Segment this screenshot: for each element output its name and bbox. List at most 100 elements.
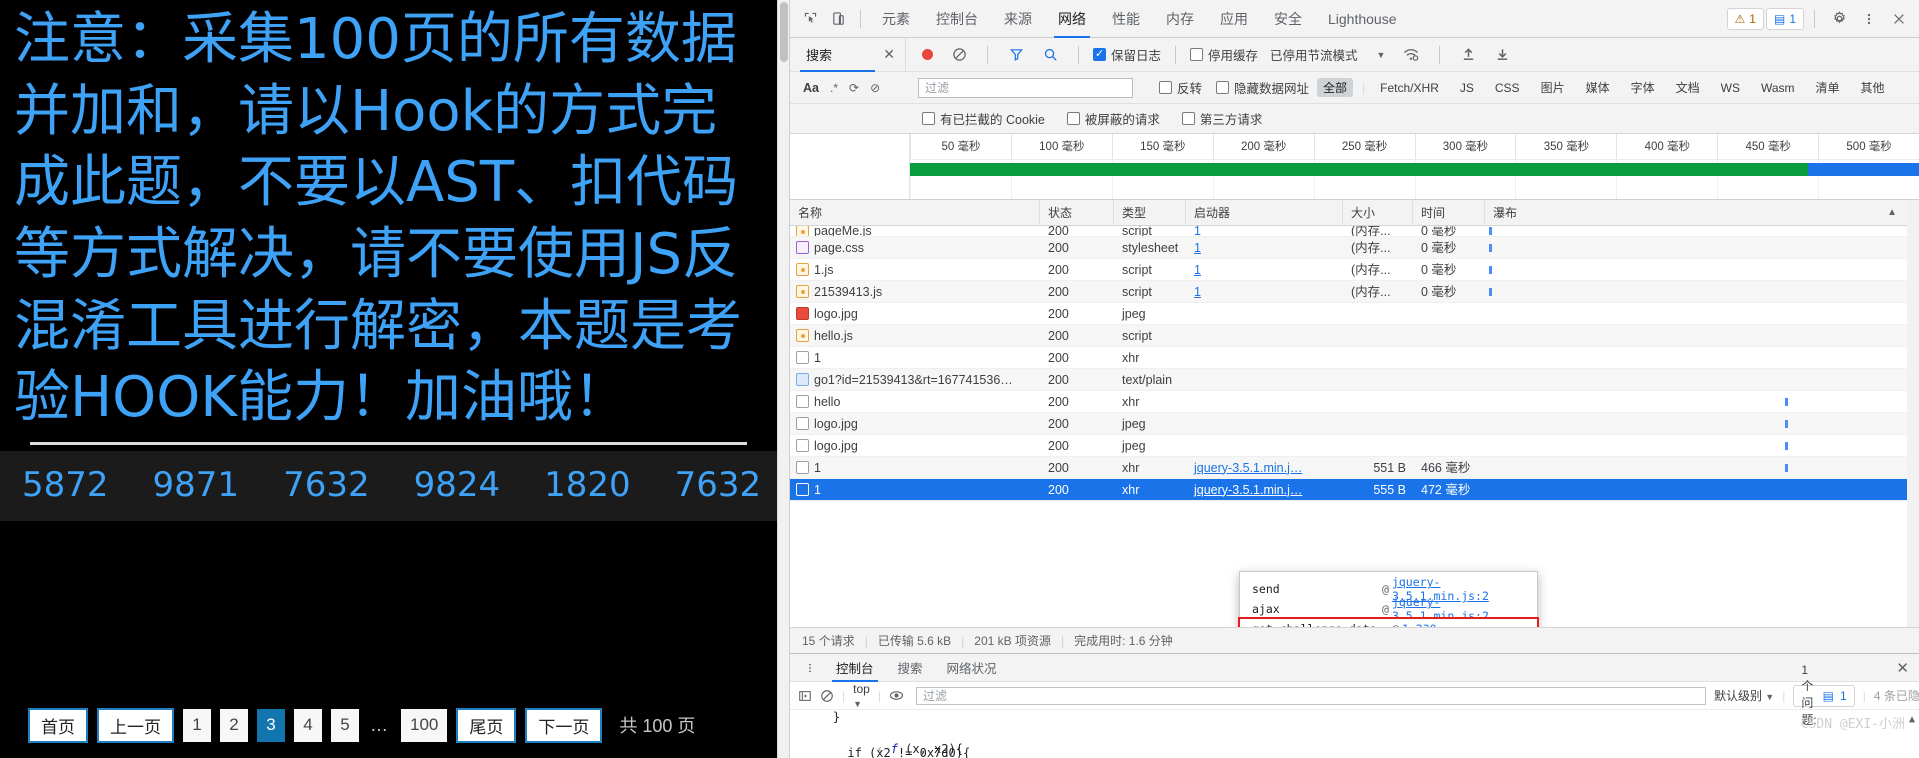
column-header-size[interactable]: 大小 [1343,200,1413,226]
live-expression-icon[interactable] [889,683,904,709]
warning-badge[interactable]: ⚠ 1 [1726,7,1764,30]
pagination-page-1[interactable]: 1 [183,708,211,742]
request-initiator[interactable]: 1 [1194,226,1201,236]
tab-performance[interactable]: 性能 [1099,0,1153,38]
pagination-first-button[interactable]: 首页 [28,707,88,743]
search-sidebar-tab[interactable]: 搜索 ✕ [790,38,905,72]
regex-button[interactable]: .* [830,81,838,95]
device-toolbar-icon[interactable] [824,6,852,32]
overview-timeline[interactable]: 50 毫秒 100 毫秒 150 毫秒 200 毫秒 250 毫秒 300 毫秒… [910,134,1919,199]
page-scrollbar[interactable]: ▲ [777,0,789,758]
column-header-status[interactable]: 状态 [1040,200,1114,226]
table-row[interactable]: hello 200 xhr [790,391,1919,413]
request-initiator[interactable]: jquery-3.5.1.min.j… [1194,483,1302,497]
type-filter-media[interactable]: 媒体 [1580,78,1616,97]
table-row[interactable]: logo.jpg 200 jpeg [790,413,1919,435]
throttling-select[interactable]: 已停用节流模式 ▼ [1270,45,1385,64]
console-level-select[interactable]: 默认级别 ▼ [1714,687,1774,704]
table-row[interactable]: page.css 200 stylesheet 1 (内存... 0 毫秒 [790,237,1919,259]
inspect-element-icon[interactable] [796,6,824,32]
download-har-icon[interactable] [1488,42,1516,68]
request-initiator[interactable]: 1 [1194,285,1201,299]
pagination-page-2[interactable]: 2 [220,708,248,742]
close-icon[interactable]: ✕ [883,46,895,63]
hide-data-urls-checkbox[interactable]: 隐藏数据网址 [1216,78,1309,97]
type-filter-manifest[interactable]: 清单 [1810,78,1846,97]
clear-console-icon[interactable] [820,683,834,709]
console-scroll-up-arrow[interactable]: ▲ [1909,714,1915,725]
type-filter-other[interactable]: 其他 [1855,78,1891,97]
pagination-page-5[interactable]: 5 [331,708,359,742]
tab-lighthouse[interactable]: Lighthouse [1315,0,1410,38]
type-filter-css[interactable]: CSS [1489,80,1526,96]
tab-elements[interactable]: 元素 [869,0,923,38]
table-row[interactable]: hello.js 200 script [790,325,1919,347]
type-filter-wasm[interactable]: Wasm [1755,80,1801,96]
record-button[interactable] [922,49,933,60]
table-row[interactable]: logo.jpg 200 jpeg [790,435,1919,457]
table-row[interactable]: pageMe.js 200 script 1 (内存... 0 毫秒 [790,226,1919,237]
network-conditions-icon[interactable] [1397,42,1425,68]
network-filter-input[interactable]: 过滤 [918,77,1133,98]
third-party-checkbox[interactable]: 第三方请求 [1181,109,1262,128]
gear-icon[interactable] [1825,6,1853,32]
pagination-page-4[interactable]: 4 [294,708,322,742]
match-case-button[interactable]: Aa [803,81,819,95]
search-icon[interactable] [1036,42,1064,68]
kebab-menu-icon[interactable] [796,655,824,681]
type-filter-fetch-xhr[interactable]: Fetch/XHR [1374,80,1445,96]
table-row[interactable]: 1 200 xhr [790,347,1919,369]
message-badge[interactable]: ▤ 1 [1765,7,1804,30]
type-filter-js[interactable]: JS [1454,80,1480,96]
sort-ascending-icon[interactable]: ▲ [1887,207,1897,218]
table-row[interactable]: 1 200 xhr jquery-3.5.1.min.j… 551 B 466 … [790,457,1919,479]
tab-application[interactable]: 应用 [1207,0,1261,38]
invert-checkbox[interactable]: 反转 [1159,78,1202,97]
column-header-time[interactable]: 时间 [1413,200,1485,226]
clear-icon[interactable]: ⊘ [870,81,880,95]
request-initiator[interactable]: 1 [1194,241,1201,255]
refresh-icon[interactable]: ⟳ [849,81,859,95]
upload-har-icon[interactable] [1454,42,1482,68]
clear-icon[interactable] [945,42,973,68]
column-header-type[interactable]: 类型 [1114,200,1186,226]
table-row[interactable]: 21539413.js 200 script 1 (内存... 0 毫秒 [790,281,1919,303]
type-filter-img[interactable]: 图片 [1535,78,1571,97]
drawer-tab-search[interactable]: 搜索 [886,654,935,682]
blocked-cookies-checkbox[interactable]: 有已拦截的 Cookie [922,109,1045,128]
table-row[interactable]: go1?id=21539413&rt=167741536… 200 text/p… [790,369,1919,391]
scrollbar-thumb[interactable] [780,2,789,62]
column-header-waterfall[interactable]: 瀑布 ▲ [1485,200,1919,226]
filter-icon[interactable] [1002,42,1030,68]
request-initiator[interactable]: 1 [1194,263,1201,277]
pagination-page-100[interactable]: 100 [401,708,448,742]
tab-security[interactable]: 安全 [1261,0,1315,38]
execution-context-icon[interactable] [798,683,812,709]
tab-console[interactable]: 控制台 [923,0,991,38]
pagination-page-3[interactable]: 3 [257,708,285,742]
drawer-tab-network-conditions[interactable]: 网络状况 [935,654,1009,682]
console-filter-input[interactable]: 过滤 [915,686,1706,705]
stack-frame-link[interactable]: 1:230 [1402,622,1437,627]
type-filter-ws[interactable]: WS [1715,80,1746,96]
console-output[interactable]: } ‹ f (x, x2){ if (x2 != 0x7d0){ CSDN @E… [790,710,1919,758]
requests-scrollbar[interactable] [1907,200,1919,627]
pagination-last-button[interactable]: 尾页 [456,707,517,743]
tab-sources[interactable]: 来源 [991,0,1045,38]
preserve-log-checkbox[interactable]: 保留日志 [1093,45,1161,64]
console-context-select[interactable]: top ▼ [853,682,870,710]
type-filter-font[interactable]: 字体 [1625,78,1661,97]
close-icon[interactable]: ✕ [1896,659,1919,677]
blocked-requests-checkbox[interactable]: 被屏蔽的请求 [1066,109,1160,128]
tab-network[interactable]: 网络 [1045,0,1099,38]
request-initiator[interactable]: jquery-3.5.1.min.j… [1194,461,1302,475]
disable-cache-checkbox[interactable]: 停用缓存 [1190,45,1258,64]
type-filter-all[interactable]: 全部 [1317,78,1354,97]
table-row[interactable]: 1.js 200 script 1 (内存... 0 毫秒 [790,259,1919,281]
table-row[interactable]: logo.jpg 200 jpeg [790,303,1919,325]
network-overview[interactable]: 50 毫秒 100 毫秒 150 毫秒 200 毫秒 250 毫秒 300 毫秒… [790,134,1919,200]
type-filter-doc[interactable]: 文档 [1670,78,1706,97]
close-icon[interactable] [1885,6,1913,32]
table-row[interactable]: 1 200 xhr jquery-3.5.1.min.j… 555 B 472 … [790,479,1919,501]
drawer-tab-console[interactable]: 控制台 [824,654,886,682]
